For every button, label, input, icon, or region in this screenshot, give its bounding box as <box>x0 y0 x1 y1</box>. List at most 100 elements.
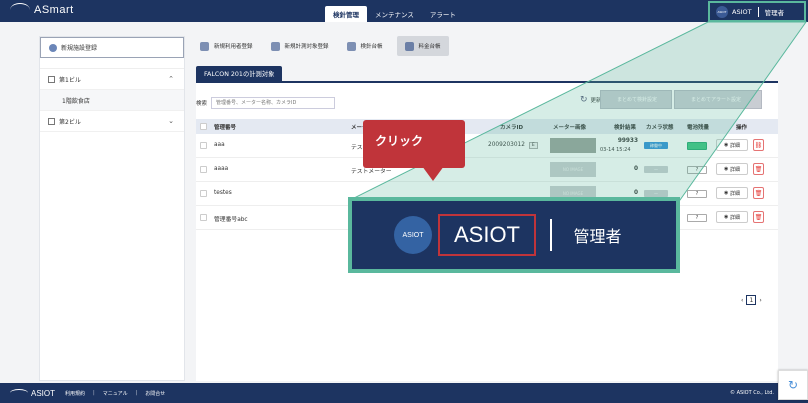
unlink-button[interactable]: ⛓ <box>753 139 764 151</box>
facility-sidebar: 新規施設登録 第1ビル ⌃ 1階飲食店 第2ビル ⌄ <box>39 36 185 381</box>
col-id[interactable]: 管理番号 <box>214 123 236 131</box>
account-zoom-inset: ASIOT ASIOT 管理者 <box>348 197 680 273</box>
callout-pointer <box>422 166 444 181</box>
contact-link[interactable]: お問合せ <box>145 390 165 397</box>
col-battery: 電池残量 <box>687 125 710 131</box>
bulk-meter-settings-button[interactable]: まとめて検針設定 <box>600 90 672 109</box>
row-result-time: 03-14 15:24 <box>600 147 631 153</box>
new-user-button[interactable]: 新規利用者登録 <box>196 36 257 56</box>
page-number[interactable]: 1 <box>746 295 757 305</box>
table-row[interactable]: aaa テストメーター 2009203012E 99933 03-14 15:2… <box>196 134 778 158</box>
detail-button[interactable]: ◉ 詳細 <box>716 187 748 199</box>
search-input[interactable] <box>211 97 336 109</box>
fee-ledger-button[interactable]: 料金台帳 <box>396 36 449 56</box>
tab-maintenance[interactable]: メンテナンス <box>367 6 422 22</box>
row-checkbox[interactable] <box>200 190 207 197</box>
bulk-alert-settings-button[interactable]: まとめてアラート設定 <box>674 90 762 109</box>
chevron-down-icon[interactable]: ⌄ <box>168 117 174 125</box>
battery-full-icon <box>687 142 707 150</box>
camera-badge: E <box>528 142 538 149</box>
camera-status-badge: — <box>644 166 668 173</box>
camera-id-value: 2009203012 <box>488 142 525 148</box>
detail-label: 詳細 <box>729 166 740 173</box>
col-result: 検針結果 <box>614 125 637 131</box>
pencil-icon <box>404 41 414 51</box>
meter-image[interactable] <box>550 138 596 153</box>
account-menu[interactable]: ASIOT ASIOT 管理者 <box>708 1 806 22</box>
battery-unknown: ? <box>687 166 707 174</box>
table-header: 管理番号 メーター カメラID メーター画像 検針結果 カメラ状態 電池残量 操… <box>196 119 778 134</box>
account-role: 管理者 <box>573 227 622 246</box>
divider: | <box>93 390 95 396</box>
pagination: ‹ 1 › <box>741 295 762 305</box>
row-result-value: 0 <box>633 166 638 172</box>
divider <box>550 219 552 251</box>
no-image-placeholder: NO IMAGE <box>550 162 596 177</box>
refresh-button[interactable]: ↻ 更新 <box>580 95 602 105</box>
tree-item-label: 第1ビル <box>59 76 81 84</box>
new-target-button[interactable]: 新規計測対象登録 <box>267 36 333 56</box>
next-page-icon[interactable]: › <box>759 297 761 304</box>
delete-button[interactable]: 🗑 <box>753 187 764 199</box>
tab-meter-management[interactable]: 検針管理 <box>325 6 367 22</box>
col-actions: 操作 <box>736 125 748 131</box>
meter-ledger-button[interactable]: 検針台帳 <box>343 36 387 56</box>
terms-link[interactable]: 利用規約 <box>65 390 85 397</box>
manual-link[interactable]: マニュアル <box>103 390 128 397</box>
tree-item-label: 1階飲食店 <box>62 97 90 105</box>
row-checkbox[interactable] <box>200 142 207 149</box>
delete-button[interactable]: 🗑 <box>753 211 764 223</box>
tab-measurement-targets[interactable]: FALCON 201の計測対象 <box>196 66 283 81</box>
account-role: 管理者 <box>764 8 785 17</box>
camera-status-badge: 稼働中 <box>644 142 668 149</box>
detail-button[interactable]: ◉ 詳細 <box>716 139 748 151</box>
row-id: 管理番号abc <box>214 217 248 223</box>
highlighted-company-name[interactable]: ASIOT <box>438 214 536 256</box>
row-id: aaaa <box>214 166 229 172</box>
detail-label: 詳細 <box>729 190 740 197</box>
footer: ASIOT 利用規約 | マニュアル | お問合せ © ASIOT Co., L… <box>0 383 808 403</box>
col-camera-id[interactable]: カメラID <box>500 123 523 131</box>
tree-item-building-1[interactable]: 第1ビル ⌃ <box>40 69 184 90</box>
detail-button[interactable]: ◉ 詳細 <box>716 163 748 175</box>
select-all-checkbox[interactable] <box>200 123 207 130</box>
tree-item-restaurant[interactable]: 1階飲食店 <box>40 90 184 111</box>
new-facility-button[interactable]: 新規施設登録 <box>40 37 184 58</box>
row-checkbox[interactable] <box>200 166 207 173</box>
footer-brand-name: ASIOT <box>31 388 56 398</box>
battery-unknown: ? <box>687 214 707 222</box>
chevron-up-icon[interactable]: ⌃ <box>168 75 174 83</box>
action-label: 検針台帳 <box>360 44 383 50</box>
action-label: 新規利用者登録 <box>214 44 253 50</box>
row-camera-id: 2009203012 E <box>488 142 538 149</box>
recaptcha-badge-icon[interactable]: ↻ <box>778 370 808 400</box>
brand-logo[interactable]: ASmart <box>10 3 74 17</box>
col-camera-state: カメラ状態 <box>646 125 674 131</box>
battery-unknown: ? <box>687 190 707 198</box>
building-icon <box>48 117 55 125</box>
click-callout: クリック <box>363 120 465 168</box>
divider <box>757 6 759 17</box>
search-label: 検索 <box>196 101 208 107</box>
delete-button[interactable]: 🗑 <box>753 163 764 175</box>
meter-add-icon <box>270 41 280 51</box>
camera-status-badge: — <box>644 190 668 197</box>
tab-alert[interactable]: アラート <box>422 6 464 22</box>
prev-page-icon[interactable]: ‹ <box>741 297 743 304</box>
tree-item-building-2[interactable]: 第2ビル ⌄ <box>40 111 184 132</box>
brand-arc-icon <box>10 389 28 397</box>
row-id: testes <box>214 190 232 196</box>
table-row[interactable]: aaaa テストメーター NO IMAGE 0 — ? ◉ 詳細 🗑 <box>196 158 778 182</box>
row-result-value: 99933 <box>617 138 638 144</box>
search-row: 検索 <box>196 97 336 109</box>
ledger-icon <box>346 41 356 51</box>
company-logo-icon: ASIOT <box>716 5 728 18</box>
row-result-value: 0 <box>633 190 638 196</box>
detail-button[interactable]: ◉ 詳細 <box>716 211 748 223</box>
row-checkbox[interactable] <box>200 214 207 221</box>
account-company: ASIOT <box>732 7 752 16</box>
col-meter-image: メーター画像 <box>553 125 587 131</box>
action-label: 料金台帳 <box>418 44 441 50</box>
action-bar: 新規利用者登録 新規計測対象登録 検針台帳 料金台帳 <box>196 36 459 56</box>
tree-item-label: 第2ビル <box>59 118 81 126</box>
